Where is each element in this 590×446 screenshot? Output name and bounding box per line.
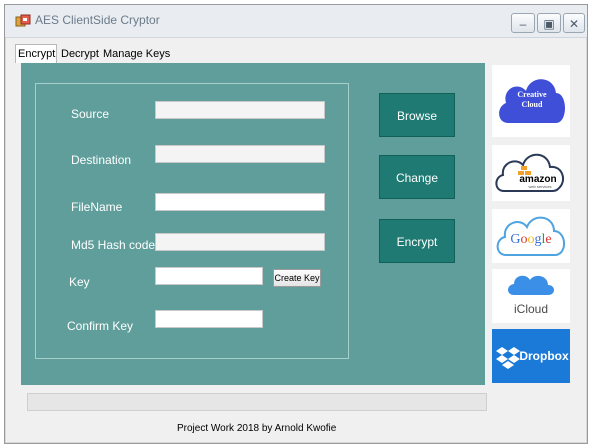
- icloud-icon: iCloud: [508, 275, 554, 316]
- close-icon: ✕: [568, 17, 580, 31]
- minimize-icon: –: [519, 17, 527, 31]
- source-label: Source: [71, 107, 110, 121]
- creative-cloud-line1: Creative: [517, 90, 547, 99]
- key-field[interactable]: [155, 267, 263, 285]
- window-title: AES ClientSide Cryptor: [35, 13, 160, 27]
- google-wordmark: Google: [510, 232, 551, 247]
- destination-label: Destination: [71, 153, 132, 167]
- footer-credit: Project Work 2018 by Arnold Kwofie: [177, 423, 337, 434]
- amazon-subtext: web services: [528, 184, 551, 189]
- amazon-cloud-icon: amazon web services: [495, 153, 565, 192]
- browse-button[interactable]: Browse: [379, 93, 455, 137]
- creative-cloud-line2: Cloud: [522, 100, 543, 109]
- icloud-logo[interactable]: iCloud: [492, 269, 570, 323]
- dropbox-wordmark: Dropbox: [519, 349, 569, 363]
- tab-decrypt[interactable]: Decrypt: [59, 45, 101, 63]
- maximize-button[interactable]: ▣: [537, 13, 561, 33]
- progress-bar: [27, 393, 487, 411]
- dropbox-logo[interactable]: Dropbox: [492, 329, 570, 383]
- confirm-key-label: Confirm Key: [67, 319, 134, 333]
- minimize-button[interactable]: –: [511, 13, 535, 33]
- md5-hash-field[interactable]: [155, 233, 325, 251]
- creative-cloud-icon: Creative Cloud: [499, 79, 565, 123]
- confirm-key-field[interactable]: [155, 310, 263, 328]
- encrypt-panel: Source Destination FileName Md5 Hash cod…: [21, 63, 485, 385]
- encrypt-button[interactable]: Encrypt: [379, 219, 455, 263]
- source-field[interactable]: [155, 101, 325, 119]
- icloud-wordmark: iCloud: [514, 302, 548, 316]
- tab-manage-keys[interactable]: Manage Keys: [101, 45, 170, 63]
- create-key-button[interactable]: Create Key: [273, 269, 321, 287]
- app-window: AES ClientSide Cryptor – ▣ ✕ Encrypt Dec…: [4, 4, 588, 444]
- close-button[interactable]: ✕: [563, 13, 585, 33]
- dropbox-icon: Dropbox: [496, 347, 569, 369]
- change-button[interactable]: Change: [379, 155, 455, 199]
- creative-cloud-logo[interactable]: Creative Cloud: [492, 65, 570, 137]
- destination-field[interactable]: [155, 145, 325, 163]
- google-logo[interactable]: Google: [492, 209, 570, 263]
- google-cloud-icon: Google: [496, 216, 565, 256]
- filename-field[interactable]: [155, 193, 325, 211]
- maximize-icon: ▣: [543, 17, 555, 31]
- amazon-web-services-logo[interactable]: amazon web services: [492, 145, 570, 201]
- filename-label: FileName: [71, 200, 123, 214]
- app-icon: [15, 14, 31, 27]
- key-label: Key: [69, 275, 90, 289]
- tab-encrypt[interactable]: Encrypt: [15, 44, 57, 63]
- title-bar: AES ClientSide Cryptor – ▣ ✕: [5, 5, 587, 38]
- md5-hash-label: Md5 Hash code: [71, 238, 156, 252]
